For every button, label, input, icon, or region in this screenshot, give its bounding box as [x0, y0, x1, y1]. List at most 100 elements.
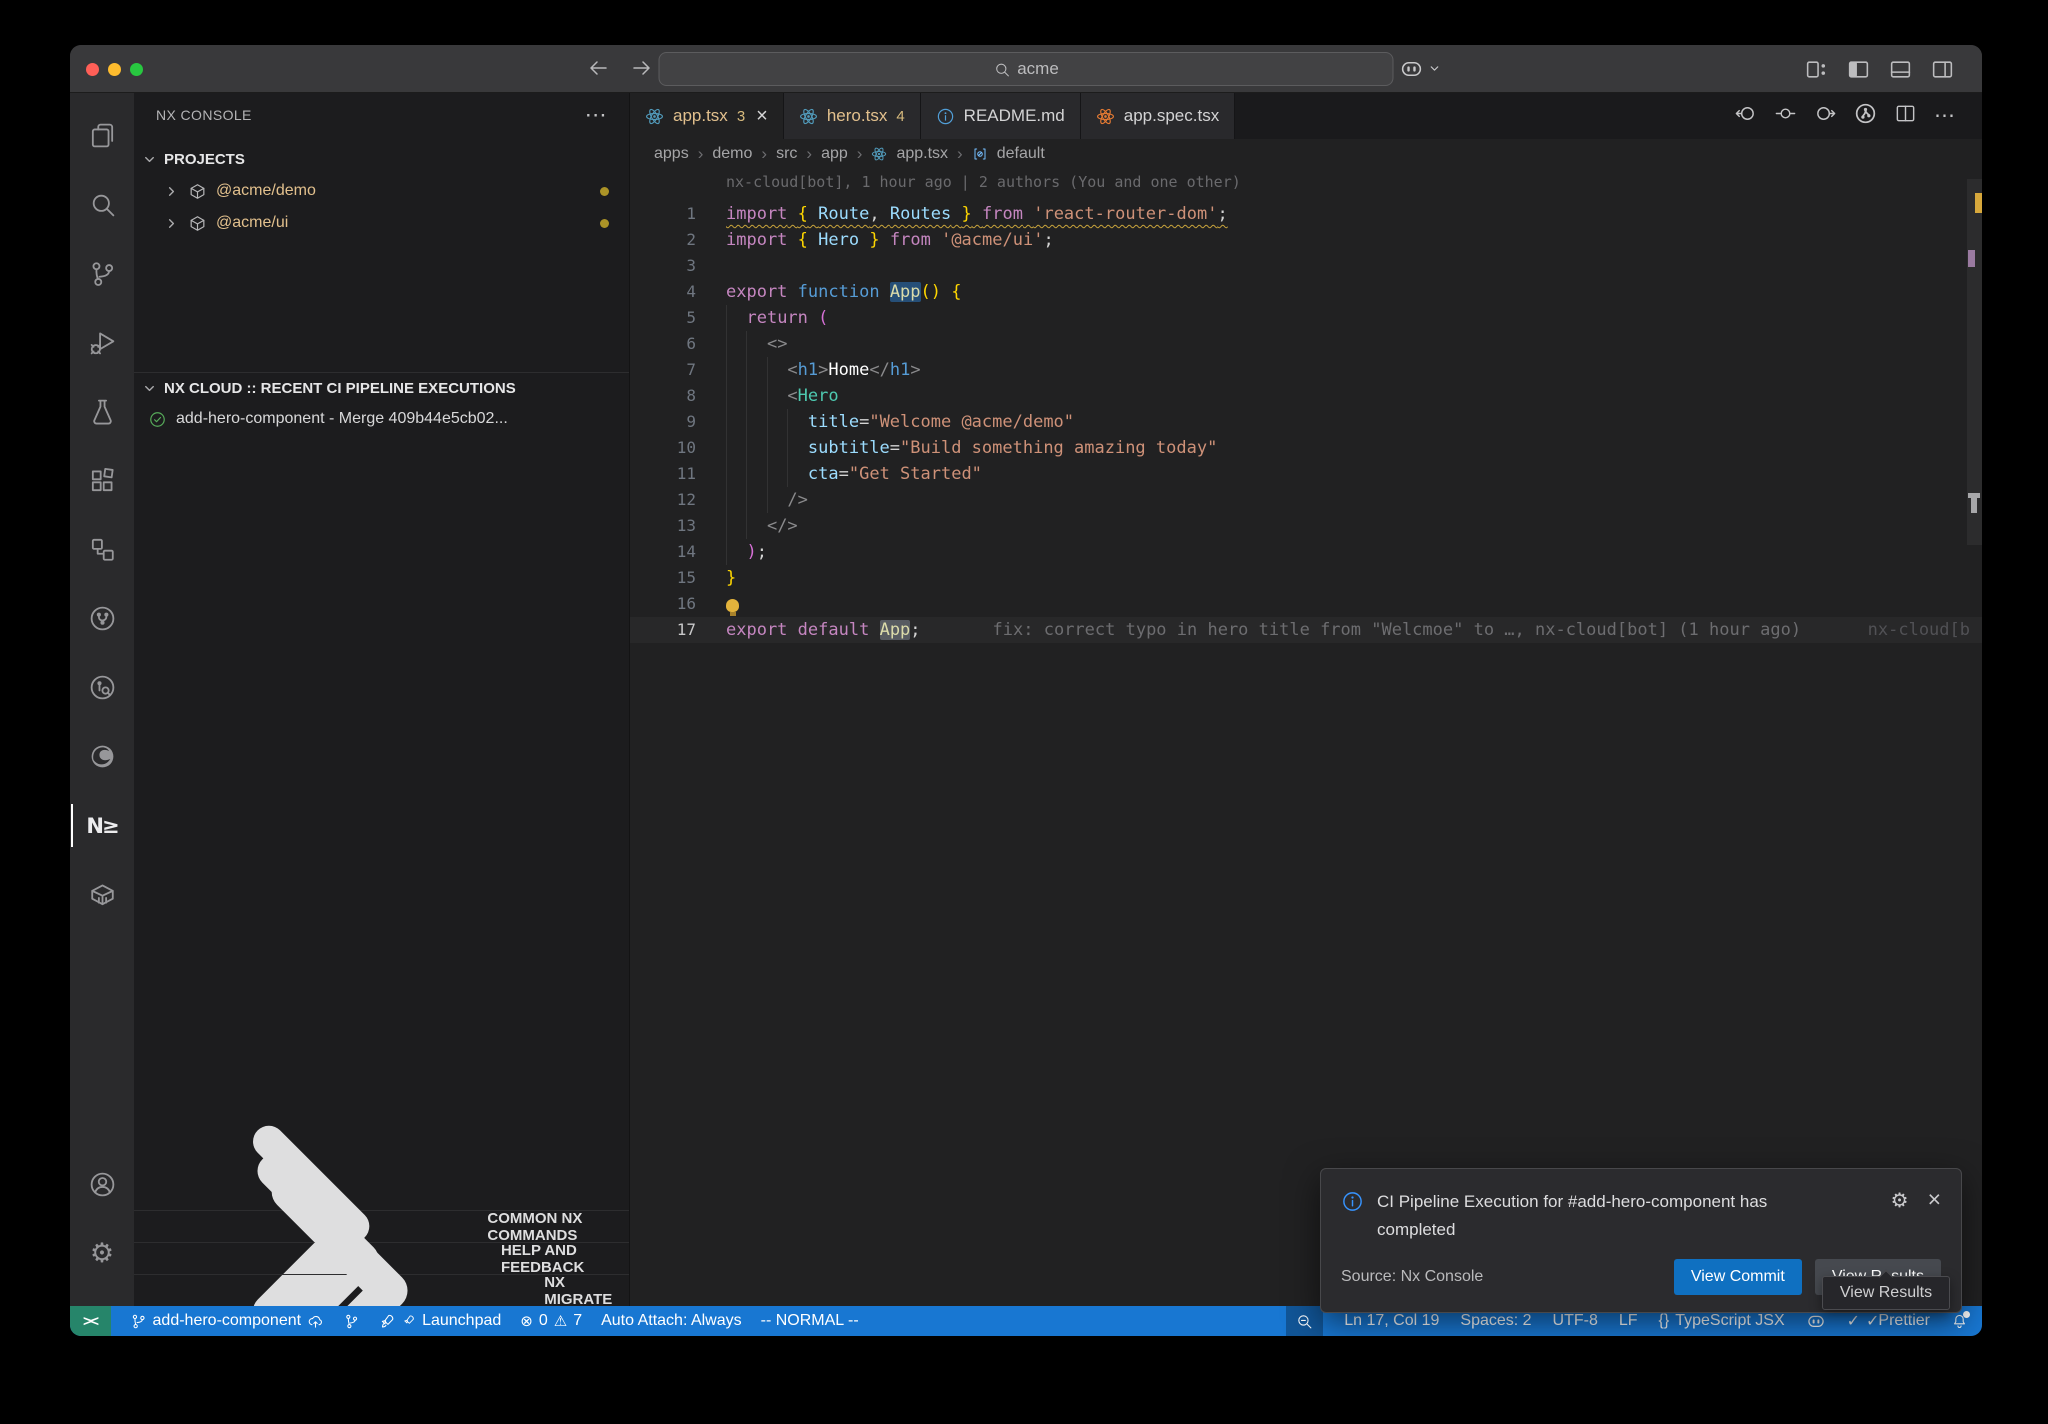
encoding-item[interactable]: UTF-8 [1553, 1312, 1598, 1330]
history-back-icon[interactable] [586, 56, 610, 85]
tab-hero-tsx[interactable]: hero.tsx 4 [784, 93, 921, 139]
warning-icon: ⚠ [554, 1312, 567, 1330]
cursor-marker [1971, 498, 1977, 513]
testing-icon[interactable] [70, 377, 134, 446]
split-editor-icon[interactable] [1894, 102, 1917, 130]
edge-devtools-icon[interactable] [70, 722, 134, 791]
settings-gear-icon[interactable]: ⚙ [70, 1219, 134, 1288]
vim-mode-item[interactable]: -- NORMAL -- [761, 1312, 859, 1330]
copilot-icon [1806, 1311, 1826, 1331]
notifications-bell-item[interactable] [1951, 1313, 1968, 1330]
breadcrumb: apps› demo› src› app› app.tsx› default [630, 139, 1982, 169]
tab-app-tsx[interactable]: app.tsx 3 × [630, 93, 784, 139]
error-icon: ⊗ [520, 1312, 533, 1330]
cursor-position-item[interactable]: Ln 17, Col 19 [1344, 1312, 1439, 1330]
code-line: 5 return ( [630, 305, 1982, 331]
section-projects[interactable]: PROJECTS [134, 144, 629, 175]
line-number: 17 [630, 617, 696, 643]
rocket-icon [379, 1313, 396, 1330]
remote-indicator[interactable]: >< [70, 1306, 111, 1336]
copilot-status-item[interactable] [1806, 1311, 1826, 1331]
chevron-right-icon [142, 1093, 537, 1336]
problems-item[interactable]: ⊗ 0 ⚠ 7 [520, 1312, 582, 1330]
zoom-window-button[interactable] [130, 63, 143, 76]
search-icon [993, 61, 1010, 78]
source-control-extra-item[interactable] [343, 1313, 360, 1330]
scrollbar-slider[interactable] [1967, 179, 1982, 545]
zoom-out-item[interactable] [1286, 1306, 1323, 1336]
eol-item[interactable]: LF [1619, 1312, 1638, 1330]
toggle-panel-icon[interactable] [1888, 57, 1913, 87]
breadcrumb-item[interactable]: default [997, 145, 1045, 163]
package-icon [188, 214, 207, 233]
notification-settings-gear-icon[interactable]: ⚙ [1891, 1188, 1909, 1212]
check-circle-icon [148, 410, 167, 429]
project-acme-demo[interactable]: @acme/demo [134, 175, 629, 207]
nav-back-commit-icon[interactable] [1734, 102, 1757, 130]
toggle-primary-sidebar-icon[interactable] [1846, 57, 1871, 87]
source-control-icon[interactable] [70, 239, 134, 308]
references-icon[interactable] [70, 515, 134, 584]
chevron-down-icon [142, 152, 157, 167]
minimize-window-button[interactable] [108, 63, 121, 76]
line-number: 3 [630, 253, 696, 279]
run-debug-icon[interactable] [70, 308, 134, 377]
line-number: 11 [630, 461, 696, 487]
project-acme-ui[interactable]: @acme/ui [134, 207, 629, 239]
close-tab-icon[interactable]: × [756, 106, 768, 126]
code-line: 2import { Hero } from '@acme/ui'; [630, 227, 1982, 253]
toggle-secondary-sidebar-icon[interactable] [1930, 57, 1955, 87]
git-branch-icon [130, 1313, 147, 1330]
history-forward-icon[interactable] [630, 56, 654, 85]
code-line: 6 <> [630, 331, 1982, 357]
vscode-window: acme N≥ [70, 45, 1982, 1336]
code-area[interactable]: nx-cloud[bot], 1 hour ago | 2 authors (Y… [630, 169, 1982, 1306]
containers-icon[interactable] [70, 860, 134, 929]
lightbulb-icon[interactable] [726, 599, 739, 612]
breadcrumb-item[interactable]: app [821, 145, 848, 163]
auto-attach-item[interactable]: Auto Attach: Always [601, 1312, 742, 1330]
tab-app-spec-tsx[interactable]: app.spec.tsx [1081, 93, 1235, 139]
commit-icon[interactable] [1774, 102, 1797, 130]
close-window-button[interactable] [86, 63, 99, 76]
notification-close-icon[interactable]: × [1928, 1188, 1941, 1211]
formatter-item[interactable]: ✓✓ Prettier [1847, 1311, 1930, 1331]
code-line: 16 [630, 591, 1982, 617]
breadcrumb-item[interactable]: demo [712, 145, 752, 163]
section-nx-cloud[interactable]: NX CLOUD :: RECENT CI PIPELINE EXECUTION… [134, 372, 629, 403]
nx-console-icon[interactable]: N≥ [70, 791, 134, 860]
section-nx-migrate[interactable]: NX MIGRATE [134, 1274, 629, 1306]
pipeline-execution-row[interactable]: add-hero-component - Merge 409b44e5cb02.… [134, 403, 629, 435]
extensions-icon[interactable] [70, 446, 134, 515]
launchpad-item[interactable]: Launchpad [379, 1312, 501, 1330]
editor-actions: ⋯ [1734, 93, 1982, 139]
language-mode-item[interactable]: {} TypeScript JSX [1659, 1312, 1785, 1330]
line-number: 1 [630, 201, 696, 227]
nav-forward-commit-icon[interactable] [1814, 102, 1837, 130]
explorer-icon[interactable] [70, 101, 134, 170]
accounts-icon[interactable] [70, 1150, 134, 1219]
gitlens-graph-icon[interactable] [1854, 102, 1877, 130]
window-controls [86, 63, 143, 76]
braces-icon: {} [1659, 1312, 1670, 1330]
line-number: 4 [630, 279, 696, 305]
command-center-search[interactable]: acme [659, 52, 1394, 86]
view-commit-button[interactable]: View Commit [1674, 1259, 1802, 1295]
indentation-item[interactable]: Spaces: 2 [1460, 1312, 1531, 1330]
search-icon[interactable] [70, 170, 134, 239]
breadcrumb-item[interactable]: src [776, 145, 797, 163]
copilot-menu-button[interactable] [1399, 56, 1441, 81]
line-number: 5 [630, 305, 696, 331]
breadcrumb-item[interactable]: app.tsx [896, 145, 948, 163]
pipeline-icon[interactable] [70, 584, 134, 653]
overview-ruler[interactable] [1967, 169, 1982, 1306]
view-results-tooltip: View Results [1822, 1276, 1950, 1310]
git-branch-item[interactable]: add-hero-component [130, 1312, 325, 1330]
source-control-search-icon[interactable] [70, 653, 134, 722]
customize-layout-icon[interactable] [1804, 57, 1829, 87]
rocket-icon [402, 1314, 416, 1328]
git-branch-alt-icon [343, 1313, 360, 1330]
tab-readme-md[interactable]: README.md [921, 93, 1081, 139]
breadcrumb-item[interactable]: apps [654, 145, 689, 163]
react-icon [799, 107, 818, 126]
